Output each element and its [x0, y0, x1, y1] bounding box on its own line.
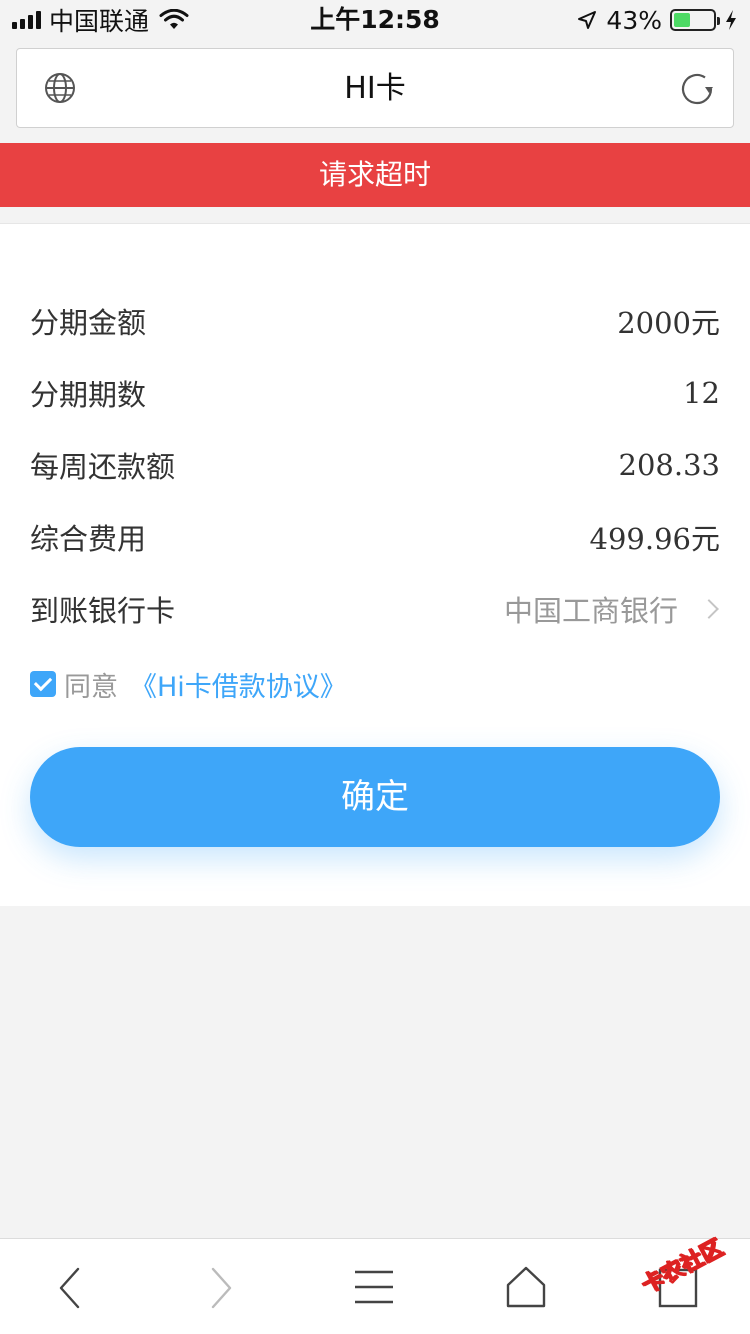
chevron-right-icon: [699, 599, 719, 619]
location-icon: [578, 11, 597, 29]
detail-label: 每周还款额: [30, 450, 176, 484]
battery-icon: [670, 9, 720, 31]
detail-row-fees: 综合费用 499.96元: [30, 512, 720, 562]
page-title: HI卡: [344, 71, 406, 106]
battery-fill: [674, 13, 691, 27]
detail-value: 499.96元: [589, 522, 720, 556]
back-icon[interactable]: [45, 1263, 95, 1313]
detail-label: 分期金额: [30, 306, 147, 340]
agreement-row: 同意 《Hi卡借款协议》: [30, 664, 347, 704]
agreement-checkbox[interactable]: [30, 671, 56, 697]
battery-percent: 43%: [606, 5, 662, 35]
agreement-prefix: 同意: [64, 671, 118, 703]
confirm-button[interactable]: 确定: [30, 747, 720, 847]
loan-details-panel: 分期金额 2000元 分期期数 12 每周还款额 208.33 综合费用 499…: [0, 223, 750, 906]
detail-row-periods: 分期期数 12: [30, 368, 720, 418]
detail-row-amount: 分期金额 2000元: [30, 296, 720, 346]
home-icon[interactable]: [501, 1263, 551, 1313]
forward-icon[interactable]: [196, 1263, 246, 1313]
detail-label: 到账银行卡: [30, 594, 176, 628]
reload-icon[interactable]: [677, 69, 717, 109]
detail-label: 分期期数: [30, 378, 147, 412]
detail-row-weekly-payment: 每周还款额 208.33: [30, 440, 720, 490]
detail-value: 12: [683, 376, 720, 410]
browser-toolbar: [0, 1238, 750, 1334]
detail-value: 208.33: [618, 448, 720, 482]
menu-icon[interactable]: [349, 1263, 399, 1313]
bank-name: 中国工商银行: [503, 594, 678, 628]
detail-row-bank-card[interactable]: 到账银行卡 中国工商银行: [30, 584, 720, 634]
status-bar: 中国联通 上午12:58 43%: [0, 0, 750, 40]
address-bar[interactable]: HI卡: [16, 48, 734, 128]
detail-label: 综合费用: [30, 522, 147, 556]
agreement-link[interactable]: 《Hi卡借款协议》: [130, 665, 347, 704]
error-banner: 请求超时: [0, 143, 750, 207]
detail-value: 2000元: [617, 306, 720, 340]
charging-icon: [726, 10, 736, 30]
